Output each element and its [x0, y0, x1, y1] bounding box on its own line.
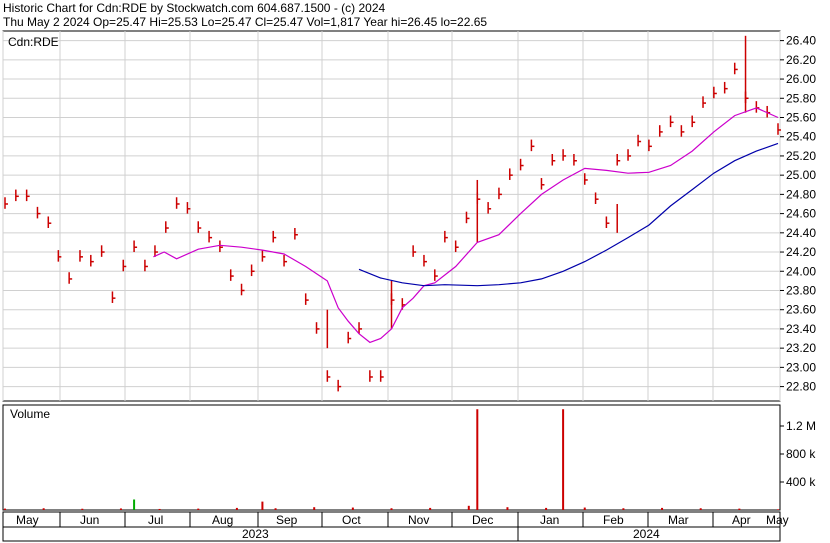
price-y-tick-label: 24.40 [786, 226, 816, 240]
stock-chart: Historic Chart for Cdn:RDE by Stockwatch… [2, 1, 816, 542]
price-y-tick-label: 26.40 [786, 34, 816, 48]
price-y-tick-label: 23.80 [786, 283, 816, 297]
month-label: Apr [732, 513, 751, 527]
month-label: Jan [540, 513, 559, 527]
volume-y-tick-label: 1.2 M [786, 419, 816, 433]
price-y-tick-label: 25.00 [786, 168, 816, 182]
price-panel [2, 30, 781, 402]
price-y-axis: 26.40 26.20 26.00 25.80 25.60 25.40 25.20 25.00… [780, 34, 816, 394]
month-label: Oct [342, 513, 361, 527]
price-y-tick-label: 26.20 [786, 53, 816, 67]
month-label: May [16, 513, 39, 527]
price-y-tick-label: 24.00 [786, 264, 816, 278]
price-y-tick-label: 24.60 [786, 207, 816, 221]
volume-label: Volume [10, 407, 50, 421]
chart-header-line2: Thu May 2 2024 Op=25.47 Hi=25.53 Lo=25.4… [3, 15, 487, 29]
year-label: 2024 [633, 527, 660, 541]
price-y-tick-label: 23.60 [786, 303, 816, 317]
year-label: 2023 [242, 527, 269, 541]
month-label: Sep [276, 513, 298, 527]
price-y-tick-label: 25.20 [786, 149, 816, 163]
price-y-tick-label: 22.80 [786, 380, 816, 394]
month-label: Dec [472, 513, 493, 527]
chart-header-line1: Historic Chart for Cdn:RDE by Stockwatch… [3, 1, 385, 15]
month-label: Jul [148, 513, 163, 527]
price-y-tick-label: 23.40 [786, 322, 816, 336]
month-label: May [766, 513, 789, 527]
price-y-tick-label: 23.20 [786, 341, 816, 355]
volume-y-tick-label: 400 k [786, 475, 816, 489]
price-y-tick-label: 25.40 [786, 130, 816, 144]
volume-panel [2, 404, 781, 511]
month-label: Mar [668, 513, 689, 527]
month-label: Feb [603, 513, 624, 527]
symbol-label: Cdn:RDE [8, 35, 59, 49]
price-y-tick-label: 24.80 [786, 187, 816, 201]
volume-y-tick-label: 800 k [786, 447, 816, 461]
volume-y-axis: 1.2 M 800 k 400 k [780, 419, 816, 489]
year-strip [2, 526, 781, 542]
month-label: Jun [80, 513, 99, 527]
price-y-tick-label: 26.00 [786, 72, 816, 86]
month-label: Aug [212, 513, 233, 527]
price-y-tick-label: 25.80 [786, 91, 816, 105]
month-strip [2, 511, 781, 528]
month-label: Nov [408, 513, 429, 527]
x-axis: May Jun Jul Aug Sep Oct Nov Dec Jan Feb Mar Apr May 2… [2, 511, 789, 542]
price-y-tick-label: 25.60 [786, 110, 816, 124]
price-y-tick-label: 23.00 [786, 360, 816, 374]
price-y-tick-label: 24.20 [786, 245, 816, 259]
